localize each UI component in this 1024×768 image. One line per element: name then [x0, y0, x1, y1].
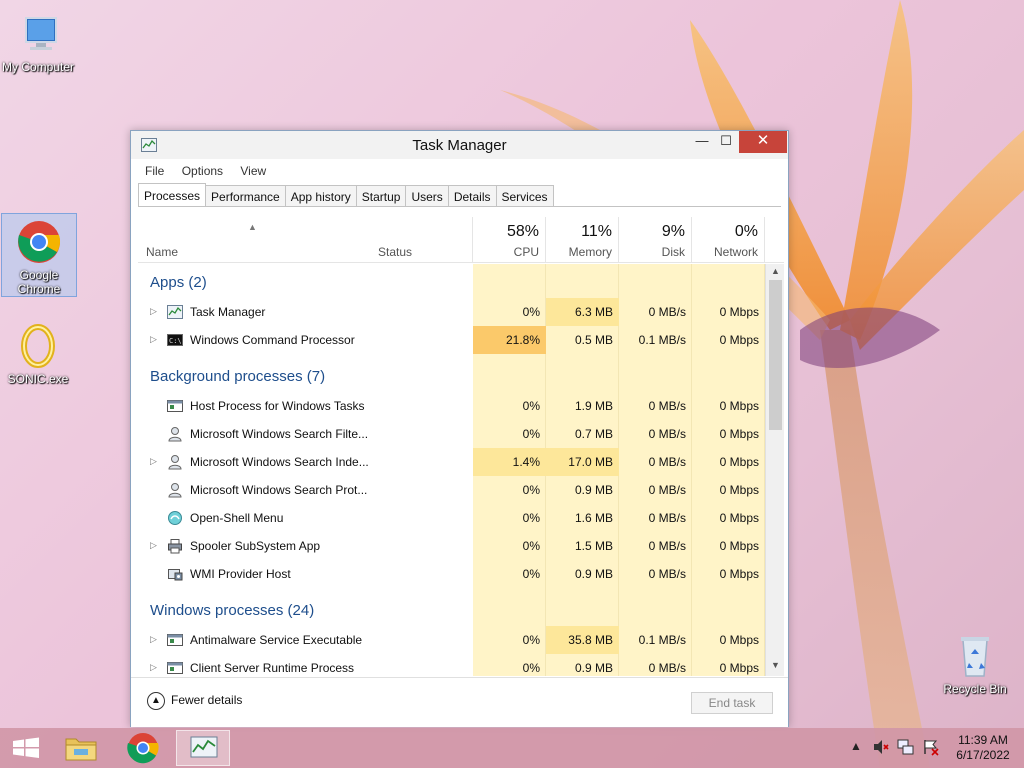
start-button[interactable] [0, 730, 54, 766]
table-header: ▲ Name Status 58% CPU 11% Memory 9% Disk… [138, 217, 784, 263]
svg-text:C:\: C:\ [169, 337, 182, 345]
end-task-button[interactable]: End task [691, 692, 773, 714]
taskbar-file-explorer[interactable] [54, 730, 108, 766]
tab-startup[interactable]: Startup [355, 185, 407, 207]
tray-chevron-up-icon[interactable]: ▲ [850, 739, 864, 768]
table-row[interactable]: ▷ Antimalware Service Executable 0% 35.8… [138, 626, 765, 654]
task-manager-icon [167, 304, 183, 320]
expand-arrow-icon[interactable]: ▷ [150, 456, 157, 467]
desktop-icon-my-computer[interactable]: My Computer [0, 6, 76, 74]
desktop-icon-recycle-bin[interactable]: Recycle Bin [937, 628, 1013, 696]
folder-icon [65, 738, 97, 761]
desktop-icon-label: Recycle Bin [943, 682, 1007, 696]
table-row[interactable]: ▷ Task Manager 0% 6.3 MB 0 MB/s 0 Mbps [138, 298, 765, 326]
chrome-icon [15, 218, 63, 266]
menu-file[interactable]: File [145, 164, 164, 178]
recycle-bin-icon [951, 632, 999, 680]
scroll-down-icon[interactable]: ▼ [766, 660, 784, 674]
tab-divider [138, 206, 781, 207]
chrome-icon [127, 733, 159, 764]
menu-view[interactable]: View [240, 164, 266, 178]
column-header-network[interactable]: 0% Network [692, 217, 765, 263]
command-prompt-icon: C:\ [167, 332, 183, 348]
menu-options[interactable]: Options [182, 164, 223, 178]
table-row[interactable]: ▷ C:\ Windows Command Processor 21.8% 0.… [138, 326, 765, 354]
expand-arrow-icon[interactable]: ▷ [150, 540, 157, 551]
tab-users[interactable]: Users [405, 185, 449, 207]
search-user-icon [167, 454, 183, 470]
process-rows: Apps (2) ▷ Task Manager 0% 6.3 MB 0 MB/s… [138, 264, 765, 676]
table-row[interactable]: Microsoft Windows Search Filte... 0% 0.7… [138, 420, 765, 448]
task-manager-window: Task Manager — ☐ ✕ File Options View Pro… [130, 130, 789, 727]
maximize-button[interactable]: ☐ [711, 131, 741, 153]
flag-icon[interactable] [922, 738, 940, 768]
column-header-cpu[interactable]: 58% CPU [473, 217, 546, 263]
computer-icon [14, 10, 62, 58]
sort-ascending-icon: ▲ [248, 222, 257, 232]
table-row[interactable]: WMI Provider Host 0% 0.9 MB 0 MB/s 0 Mbp… [138, 560, 765, 588]
window-process-icon [167, 632, 183, 648]
windows-logo-icon [13, 737, 39, 758]
volume-muted-icon[interactable] [872, 738, 890, 768]
tab-strip: Processes Performance App history Startu… [138, 183, 554, 207]
expand-arrow-icon[interactable]: ▷ [150, 634, 157, 645]
column-header-status[interactable]: Status [370, 217, 473, 263]
table-row[interactable]: ▷ Spooler SubSystem App 0% 1.5 MB 0 MB/s… [138, 532, 765, 560]
desktop-icon-label: Google Chrome [17, 268, 61, 296]
taskbar-chrome[interactable] [116, 730, 170, 766]
column-header-name[interactable]: ▲ Name [138, 217, 370, 263]
table-row[interactable]: Microsoft Windows Search Prot... 0% 0.9 … [138, 476, 765, 504]
expand-arrow-icon[interactable]: ▷ [150, 306, 157, 317]
close-button[interactable]: ✕ [739, 131, 787, 153]
chevron-up-icon: ▲ [147, 692, 165, 710]
scrollbar-thumb[interactable] [769, 280, 782, 430]
desktop-icon-label: SONIC.exe [7, 372, 69, 386]
table-row[interactable]: ▷ Client Server Runtime Process 0% 0.9 M… [138, 654, 765, 676]
clock-date: 6/17/2022 [956, 748, 1010, 762]
clock-time: 11:39 AM [958, 733, 1008, 747]
tab-performance[interactable]: Performance [205, 185, 286, 207]
desktop-icon-label: My Computer [1, 60, 75, 74]
group-header-background[interactable]: Background processes (7) [138, 362, 765, 390]
tab-services[interactable]: Services [495, 185, 554, 207]
table-row[interactable]: Host Process for Windows Tasks 0% 1.9 MB… [138, 392, 765, 420]
system-clock[interactable]: 11:39 AM 6/17/2022 [948, 733, 1018, 763]
table-row[interactable]: ▷ Microsoft Windows Search Inde... 1.4% … [138, 448, 765, 476]
fewer-details-button[interactable]: ▲ Fewer details [147, 692, 242, 710]
scroll-up-icon[interactable]: ▲ [766, 266, 784, 280]
search-user-icon [167, 482, 183, 498]
gold-ring-icon [14, 322, 62, 370]
shell-icon [167, 510, 183, 526]
network-icon[interactable] [897, 738, 915, 768]
title-bar[interactable]: Task Manager — ☐ ✕ [131, 131, 788, 159]
expand-arrow-icon[interactable]: ▷ [150, 662, 157, 673]
menu-bar: File Options View [131, 159, 788, 181]
table-row[interactable]: Open-Shell Menu 0% 1.6 MB 0 MB/s 0 Mbps [138, 504, 765, 532]
process-table: ▲ Name Status 58% CPU 11% Memory 9% Disk… [138, 217, 784, 677]
desktop-icon-google-chrome[interactable]: Google Chrome [1, 213, 77, 297]
group-header-windows[interactable]: Windows processes (24) [138, 596, 765, 624]
taskbar-task-manager[interactable] [176, 730, 230, 766]
tab-app-history[interactable]: App history [284, 185, 357, 207]
expand-arrow-icon[interactable]: ▷ [150, 334, 157, 345]
taskbar: ▲ 11:39 AM 6/17/2022 [0, 728, 1024, 768]
window-process-icon [167, 398, 183, 414]
tab-processes[interactable]: Processes [138, 183, 207, 207]
column-header-memory[interactable]: 11% Memory [546, 217, 619, 263]
search-user-icon [167, 426, 183, 442]
group-header-apps[interactable]: Apps (2) [138, 268, 765, 296]
window-footer: ▲ Fewer details End task [131, 677, 788, 727]
column-header-disk[interactable]: 9% Disk [619, 217, 692, 263]
vertical-scrollbar[interactable]: ▲ ▼ [765, 264, 784, 676]
printer-icon [167, 538, 183, 554]
tab-details[interactable]: Details [447, 185, 497, 207]
wmi-icon [167, 566, 183, 582]
task-manager-icon [190, 736, 218, 758]
window-process-icon [167, 660, 183, 676]
desktop-icon-sonic[interactable]: SONIC.exe [0, 318, 76, 386]
